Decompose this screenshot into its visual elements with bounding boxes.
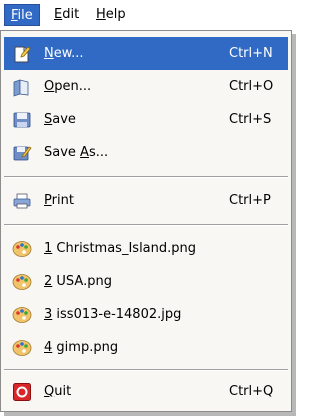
menu-item-label: New... xyxy=(44,46,84,61)
menu-item-print[interactable]: Print Ctrl+P xyxy=(4,184,288,217)
menu-separator xyxy=(4,369,288,371)
menu-edit-label: dit xyxy=(62,7,80,22)
menu-item-quit[interactable]: Quit Ctrl+Q xyxy=(4,375,288,408)
menu-item-label: 3 iss013-e-14802.jpg xyxy=(44,307,182,322)
palette-icon xyxy=(12,338,32,358)
open-file-icon xyxy=(12,77,32,97)
menu-item-shortcut: Ctrl+Q xyxy=(229,384,274,399)
menu-item-recent-1[interactable]: 1 Christmas_Island.png xyxy=(4,232,288,265)
menu-item-label: Print xyxy=(44,193,74,208)
menu-item-new[interactable]: New... Ctrl+N xyxy=(4,37,288,70)
menu-item-recent-4[interactable]: 4 gimp.png xyxy=(4,331,288,364)
quit-icon xyxy=(12,382,32,402)
menu-file[interactable]: File xyxy=(4,4,40,26)
menu-item-label: Open... xyxy=(44,79,92,94)
menu-file-label: ile xyxy=(17,8,33,23)
menu-item-recent-2[interactable]: 2 USA.png xyxy=(4,265,288,298)
menu-separator xyxy=(4,176,288,178)
menu-item-shortcut: Ctrl+P xyxy=(229,193,271,208)
save-as-icon xyxy=(12,143,32,163)
new-file-icon xyxy=(12,44,32,64)
menu-help[interactable]: Help xyxy=(90,4,132,26)
menu-item-shortcut: Ctrl+O xyxy=(229,79,274,94)
menu-edit-mnemonic: E xyxy=(54,7,63,22)
printer-icon xyxy=(12,191,32,211)
menu-item-label: Quit xyxy=(44,384,72,399)
menu-separator xyxy=(4,224,288,226)
menu-item-label: 4 gimp.png xyxy=(44,340,119,355)
palette-icon xyxy=(12,272,32,292)
menu-help-label: elp xyxy=(105,7,126,22)
menu-item-open[interactable]: Open... Ctrl+O xyxy=(4,70,288,103)
menu-bar: File Edit Help xyxy=(0,0,304,30)
menu-item-shortcut: Ctrl+S xyxy=(229,112,272,127)
menu-item-label: Save As... xyxy=(44,145,109,160)
menu-item-label: 2 USA.png xyxy=(44,274,112,289)
palette-icon xyxy=(12,239,32,259)
menu-help-mnemonic: H xyxy=(96,7,106,22)
file-menu-dropdown: New... Ctrl+N Open... Ctrl+O Save Ctrl+S xyxy=(0,30,292,412)
menu-item-label: Save xyxy=(44,112,76,127)
save-icon xyxy=(12,110,32,130)
menu-item-label: 1 Christmas_Island.png xyxy=(44,241,197,256)
menu-item-shortcut: Ctrl+N xyxy=(229,46,273,61)
menu-item-recent-3[interactable]: 3 iss013-e-14802.jpg xyxy=(4,298,288,331)
menu-edit[interactable]: Edit xyxy=(48,4,85,26)
palette-icon xyxy=(12,305,32,325)
menu-item-save[interactable]: Save Ctrl+S xyxy=(4,103,288,136)
menu-item-save-as[interactable]: Save As... xyxy=(4,136,288,169)
